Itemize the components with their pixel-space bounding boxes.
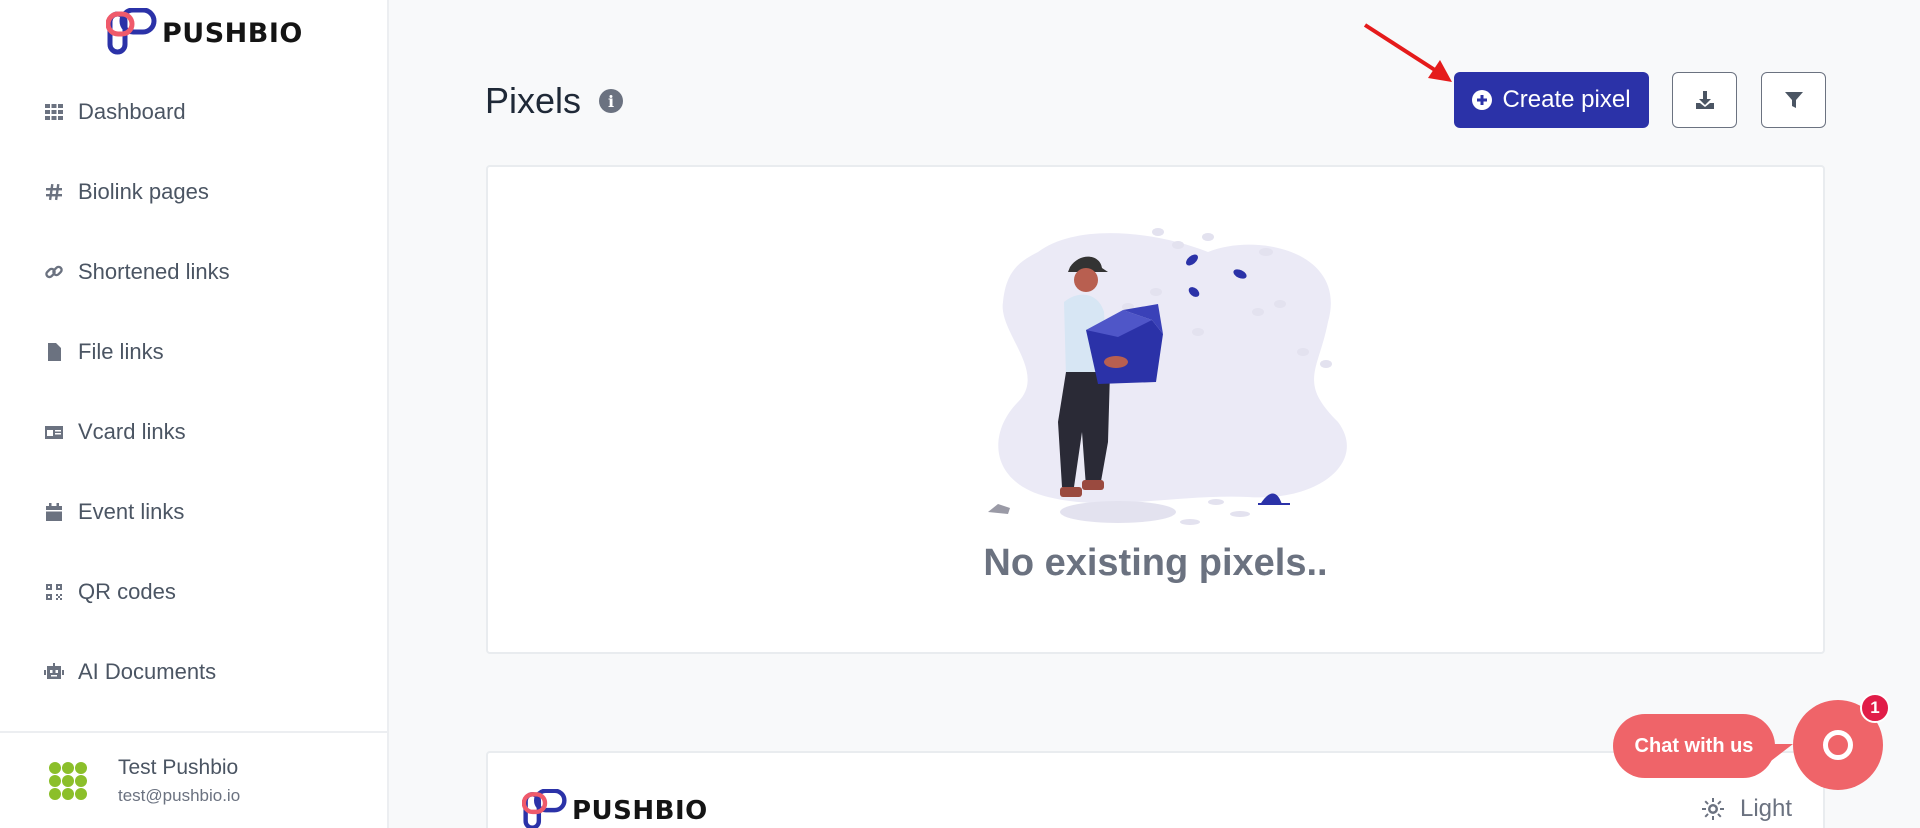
- page-title-row: Pixels i: [485, 80, 624, 122]
- theme-label: Light: [1740, 795, 1793, 822]
- sidebar-item-label: Shortened links: [78, 259, 230, 284]
- link-icon: [45, 265, 63, 279]
- grid-icon: [45, 104, 63, 120]
- sidebar-item-label: AI Documents: [78, 659, 217, 684]
- sidebar-nav: Dashboard Biolink pages Shortened links …: [0, 72, 387, 712]
- sidebar-item-label: QR codes: [78, 579, 176, 604]
- pixels-card: No existing pixels..: [486, 165, 1825, 654]
- calendar-icon: [46, 503, 62, 521]
- sidebar-item-shortened-links[interactable]: Shortened links: [0, 232, 387, 312]
- avatar: [42, 754, 94, 807]
- sun-icon: [1702, 798, 1724, 820]
- sidebar-item-vcard-links[interactable]: Vcard links: [0, 392, 387, 472]
- chat-label: Chat with us: [1634, 734, 1754, 757]
- empty-box-illustration: [988, 228, 1347, 525]
- sidebar-item-ai-documents[interactable]: AI Documents: [0, 632, 387, 712]
- user-name: Test Pushbio: [118, 755, 239, 779]
- filter-icon: [1784, 92, 1803, 108]
- brand-name: PUSHBIO: [572, 796, 708, 826]
- id-card-icon: [45, 426, 63, 439]
- download-icon: [1695, 91, 1714, 109]
- pushbio-logo-icon: [522, 789, 567, 828]
- notification-badge: 1: [1860, 693, 1890, 723]
- red-arrow-annotation: [1363, 23, 1452, 82]
- create-pixel-label: Create pixel: [1502, 86, 1631, 113]
- empty-state-message: No existing pixels..: [983, 542, 1328, 584]
- file-icon: [48, 343, 61, 361]
- sidebar-item-biolink-pages[interactable]: Biolink pages: [0, 152, 387, 232]
- create-pixel-button[interactable]: Create pixel: [1454, 72, 1649, 128]
- avatar-pattern-icon: [42, 754, 94, 807]
- sidebar-item-event-links[interactable]: Event links: [0, 472, 387, 552]
- page-title: Pixels: [485, 80, 582, 121]
- user-profile[interactable]: Test Pushbio test@pushbio.io: [0, 731, 387, 828]
- sidebar: PUSHBIO Dashboard Biolink pages Shortene…: [0, 0, 389, 828]
- plus-circle-icon: [1472, 90, 1493, 110]
- sidebar-item-label: Dashboard: [78, 99, 186, 124]
- sidebar-item-file-links[interactable]: File links: [0, 312, 387, 392]
- sidebar-item-label: Vcard links: [78, 419, 186, 444]
- sidebar-item-label: Event links: [78, 499, 185, 524]
- footer-logo[interactable]: PUSHBIO: [522, 789, 708, 828]
- sidebar-item-qr-codes[interactable]: QR codes: [0, 552, 387, 632]
- filter-button[interactable]: [1761, 72, 1826, 128]
- export-button[interactable]: [1672, 72, 1737, 128]
- pushbio-logo-icon: [106, 8, 157, 55]
- sidebar-item-label: Biolink pages: [78, 179, 209, 204]
- brand-name: PUSHBIO: [162, 17, 303, 49]
- brand-logo[interactable]: PUSHBIO: [106, 8, 303, 58]
- user-email: test@pushbio.io: [118, 785, 241, 805]
- chat-with-us-button[interactable]: Chat with us: [1613, 714, 1793, 778]
- chat-bubble-icon: [1823, 730, 1853, 760]
- sidebar-item-dashboard[interactable]: Dashboard: [0, 72, 387, 152]
- info-icon[interactable]: i: [599, 89, 624, 113]
- qrcode-icon: [46, 584, 62, 600]
- sidebar-item-label: File links: [78, 339, 164, 364]
- robot-icon: [44, 663, 64, 679]
- theme-toggle[interactable]: Light: [1702, 795, 1792, 823]
- hashtag-icon: [46, 183, 62, 201]
